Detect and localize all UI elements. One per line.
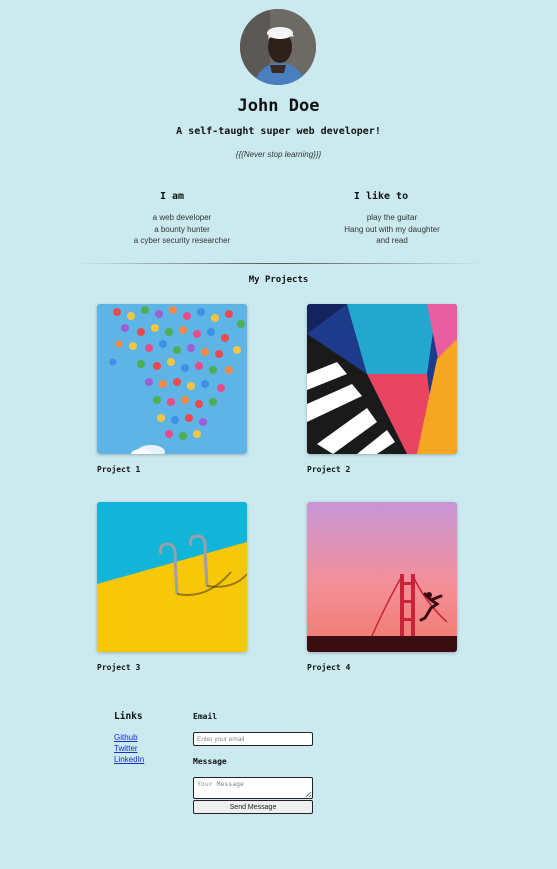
bridge-image: [307, 502, 457, 652]
profile-tagline: A self-taught super web developer!: [176, 126, 381, 137]
message-field[interactable]: [193, 777, 313, 799]
project-1-label[interactable]: Project 1: [97, 465, 140, 474]
links-title: Links: [114, 711, 143, 722]
send-message-button[interactable]: Send Message: [193, 800, 313, 814]
email-field[interactable]: [193, 732, 313, 746]
twitter-link[interactable]: Twitter: [114, 744, 138, 753]
balloons-image: [97, 304, 247, 454]
email-label: Email: [193, 712, 218, 721]
i-like-list: play the guitar Hang out with my daughte…: [292, 212, 492, 247]
profile-name: John Doe: [237, 96, 320, 116]
project-4-image[interactable]: [307, 502, 457, 652]
project-1-image[interactable]: [97, 304, 247, 454]
i-like-heading: I like to: [353, 191, 409, 202]
i-am-item: a web developer: [152, 213, 212, 222]
i-am-item: a cyber security researcher: [133, 236, 231, 245]
avatar-photo: [240, 9, 316, 85]
i-am-item: a bounty hunter: [154, 224, 210, 234]
section-divider: [72, 263, 484, 264]
avatar: [240, 9, 316, 85]
project-2-label[interactable]: Project 2: [307, 465, 350, 474]
profile-motto: {{{Never stop learning}}}: [235, 150, 322, 159]
message-label: Message: [193, 757, 227, 766]
project-2-image[interactable]: [307, 304, 457, 454]
i-like-item: and read: [376, 236, 408, 245]
pool-ladder-image: [97, 502, 247, 652]
i-like-item: play the guitar: [366, 213, 418, 222]
resize-grip-icon[interactable]: [305, 791, 312, 798]
project-4-label[interactable]: Project 4: [307, 663, 350, 672]
i-am-heading: I am: [159, 191, 185, 202]
mural-image: [307, 304, 457, 454]
projects-title: My Projects: [248, 275, 309, 285]
project-3-image[interactable]: [97, 502, 247, 652]
github-link[interactable]: Github: [114, 733, 138, 742]
linkedin-link[interactable]: LinkedIn: [114, 755, 144, 764]
project-3-label[interactable]: Project 3: [97, 663, 140, 672]
i-am-list: a web developer a bounty hunter a cyber …: [82, 212, 282, 247]
i-like-item: Hang out with my daughter: [344, 224, 440, 234]
